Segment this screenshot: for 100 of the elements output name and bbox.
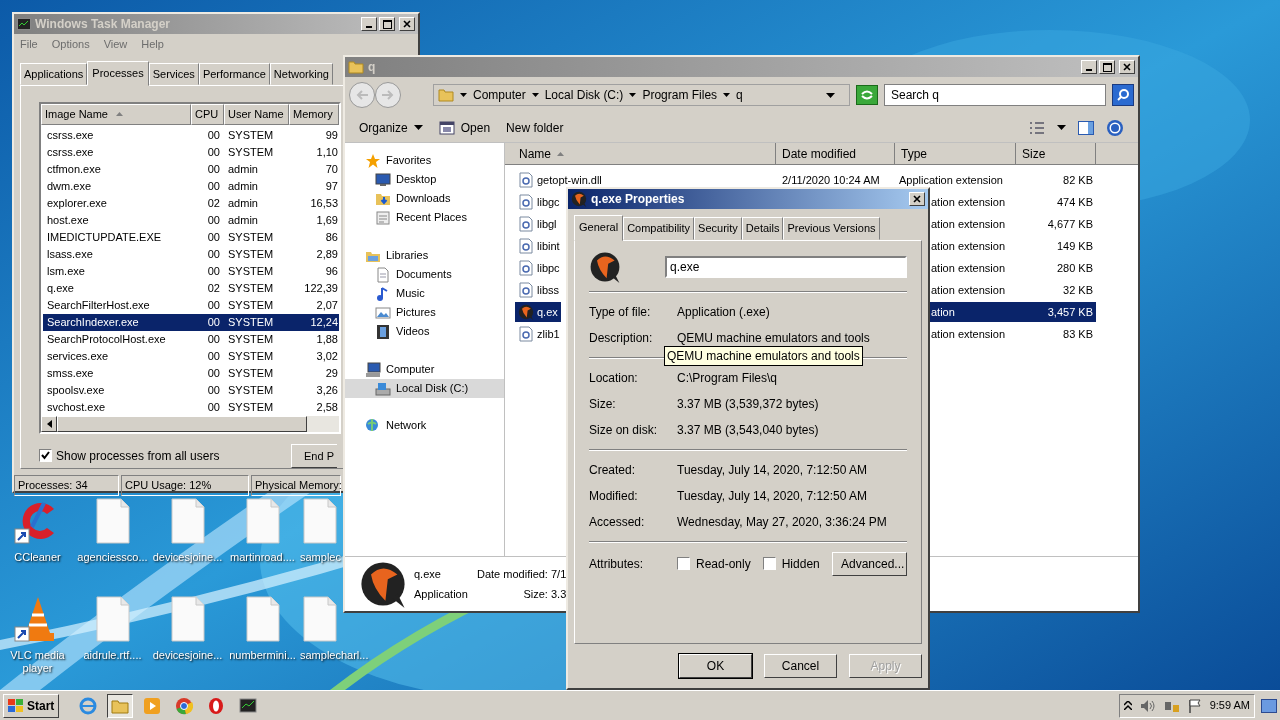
address-bar[interactable]: Computer Local Disk (C:) Program Files q xyxy=(433,84,850,106)
nav-item[interactable]: Local Disk (C:) xyxy=(345,379,504,398)
column-header[interactable]: Type xyxy=(895,143,1016,165)
checkbox-label[interactable]: Read-only xyxy=(696,554,751,573)
show-desktop-button[interactable] xyxy=(1261,698,1277,713)
file-name[interactable]: libgc xyxy=(515,191,563,213)
file-name[interactable]: libss xyxy=(515,279,562,301)
left-arrow-icon[interactable] xyxy=(46,419,52,428)
file-name[interactable]: getopt-win.dll xyxy=(515,169,605,191)
minimize-button[interactable] xyxy=(1081,60,1097,74)
file-name[interactable]: libgl xyxy=(515,213,560,235)
tab[interactable]: Services xyxy=(148,62,199,85)
caret-icon[interactable] xyxy=(1057,125,1066,130)
close-icon[interactable] xyxy=(1123,63,1131,71)
checkbox-label[interactable]: Hidden xyxy=(781,554,820,573)
flag-icon[interactable] xyxy=(1187,698,1202,713)
nav-item[interactable]: Downloads xyxy=(396,190,451,207)
tab[interactable]: Applications xyxy=(20,62,88,85)
breadcrumb-item[interactable]: q xyxy=(736,86,743,104)
checkbox-label[interactable]: Show processes from all users xyxy=(56,446,220,465)
start-button[interactable]: Start xyxy=(3,693,60,718)
nav-item[interactable]: Music xyxy=(396,285,425,302)
table-cell-text: SearchIndexer.exe xyxy=(46,314,140,330)
tab[interactable]: Networking xyxy=(269,62,333,85)
table-cell-text: SYSTEM xyxy=(227,399,275,415)
toolbar-button[interactable]: Open xyxy=(438,118,491,137)
caret-icon[interactable] xyxy=(629,93,637,97)
file-name[interactable]: libpc xyxy=(515,257,563,279)
column-header[interactable]: User Name xyxy=(224,104,289,125)
breadcrumb-item[interactable]: Program Files xyxy=(642,86,718,104)
desktop-icon-label[interactable]: numbermini... xyxy=(229,649,296,662)
menu-item[interactable]: Options xyxy=(51,36,90,53)
nav-item[interactable]: Recent Places xyxy=(396,209,467,226)
checkbox[interactable] xyxy=(677,557,690,570)
breadcrumb-item[interactable]: Local Disk (C:) xyxy=(544,86,624,104)
search-button[interactable] xyxy=(1112,84,1134,106)
column-header[interactable]: Date modified xyxy=(776,143,895,165)
dialog-button[interactable]: OK xyxy=(679,654,752,678)
speaker-icon[interactable] xyxy=(1139,698,1156,713)
table-cell-text: services.exe xyxy=(46,348,110,364)
advanced-button[interactable]: Advanced... xyxy=(832,551,907,576)
tab[interactable]: Compatibility xyxy=(623,217,695,240)
caret-icon[interactable] xyxy=(531,93,539,97)
horizontal-scrollbar[interactable] xyxy=(41,415,339,432)
close-button[interactable] xyxy=(909,192,925,206)
tab[interactable]: Performance xyxy=(198,62,270,85)
close-button[interactable] xyxy=(1119,60,1135,74)
file-name[interactable]: q.ex xyxy=(515,301,561,323)
window-icon[interactable] xyxy=(438,120,455,135)
tab[interactable]: Details xyxy=(741,217,784,240)
caret-icon[interactable] xyxy=(826,92,835,98)
preview-pane-icon[interactable] xyxy=(1078,120,1094,135)
document-icon[interactable] xyxy=(300,595,340,643)
breadcrumb-item[interactable]: Computer xyxy=(473,86,526,104)
column-header[interactable]: CPU xyxy=(191,104,224,125)
search-icon[interactable] xyxy=(1117,89,1129,101)
four-squares-icon[interactable] xyxy=(8,698,24,713)
search-field[interactable]: Search q xyxy=(884,84,1106,106)
chevron-up-icon[interactable] xyxy=(1123,701,1132,710)
nav-item[interactable]: Libraries xyxy=(386,247,429,264)
tab[interactable]: Previous Versions xyxy=(783,217,880,240)
toolbar-button[interactable]: Organize xyxy=(359,118,423,137)
nav-item[interactable]: Computer xyxy=(386,361,435,378)
minimize-button[interactable] xyxy=(361,17,377,31)
nav-item[interactable]: Desktop xyxy=(396,171,437,188)
view-list-icon[interactable] xyxy=(1029,121,1045,134)
column-header[interactable]: Size xyxy=(1016,143,1096,165)
nav-item[interactable]: Network xyxy=(386,417,427,434)
checkbox[interactable] xyxy=(762,557,776,570)
file-name-field[interactable]: q.exe xyxy=(665,255,907,278)
table-cell-text: 00 xyxy=(206,263,221,279)
menu-item[interactable]: View xyxy=(103,36,128,53)
end-process-button[interactable]: End P xyxy=(291,443,337,468)
nav-item[interactable]: Videos xyxy=(396,323,430,340)
file-name[interactable]: zlib1 xyxy=(515,323,563,345)
caret-icon[interactable] xyxy=(460,93,467,97)
column-header[interactable]: Name xyxy=(519,144,551,163)
toolbar-button[interactable]: New folder xyxy=(506,118,564,137)
picture-frame-icon xyxy=(375,304,391,321)
nav-item[interactable]: Favorites xyxy=(386,152,432,169)
caret-icon[interactable] xyxy=(723,93,731,97)
desktop-icon-label[interactable]: samplecharl... xyxy=(300,649,369,662)
close-button[interactable] xyxy=(399,17,415,31)
nav-item[interactable]: Pictures xyxy=(396,304,436,321)
help-icon[interactable] xyxy=(1106,118,1124,137)
column-header[interactable]: Memory xyxy=(289,104,339,125)
close-icon[interactable] xyxy=(913,195,921,203)
size-cell-text: 83 KB xyxy=(1063,326,1093,342)
nav-item[interactable]: Documents xyxy=(396,266,452,283)
table-cell-text: 12,24 xyxy=(309,314,339,330)
tab[interactable]: Processes xyxy=(87,60,149,86)
dialog-button[interactable]: Cancel xyxy=(764,654,837,678)
file-name[interactable]: libint xyxy=(515,235,563,257)
desktop-icon-label[interactable]: CCleaner xyxy=(14,551,61,564)
close-icon[interactable] xyxy=(403,20,411,28)
tab[interactable]: General xyxy=(574,215,624,241)
caret-icon[interactable] xyxy=(413,125,423,130)
menu-item[interactable]: Help xyxy=(141,36,164,53)
tab[interactable]: Security xyxy=(694,217,742,240)
selected-row[interactable]: SearchIndexer.exe 00 SYSTEM 12,24 xyxy=(43,313,339,331)
